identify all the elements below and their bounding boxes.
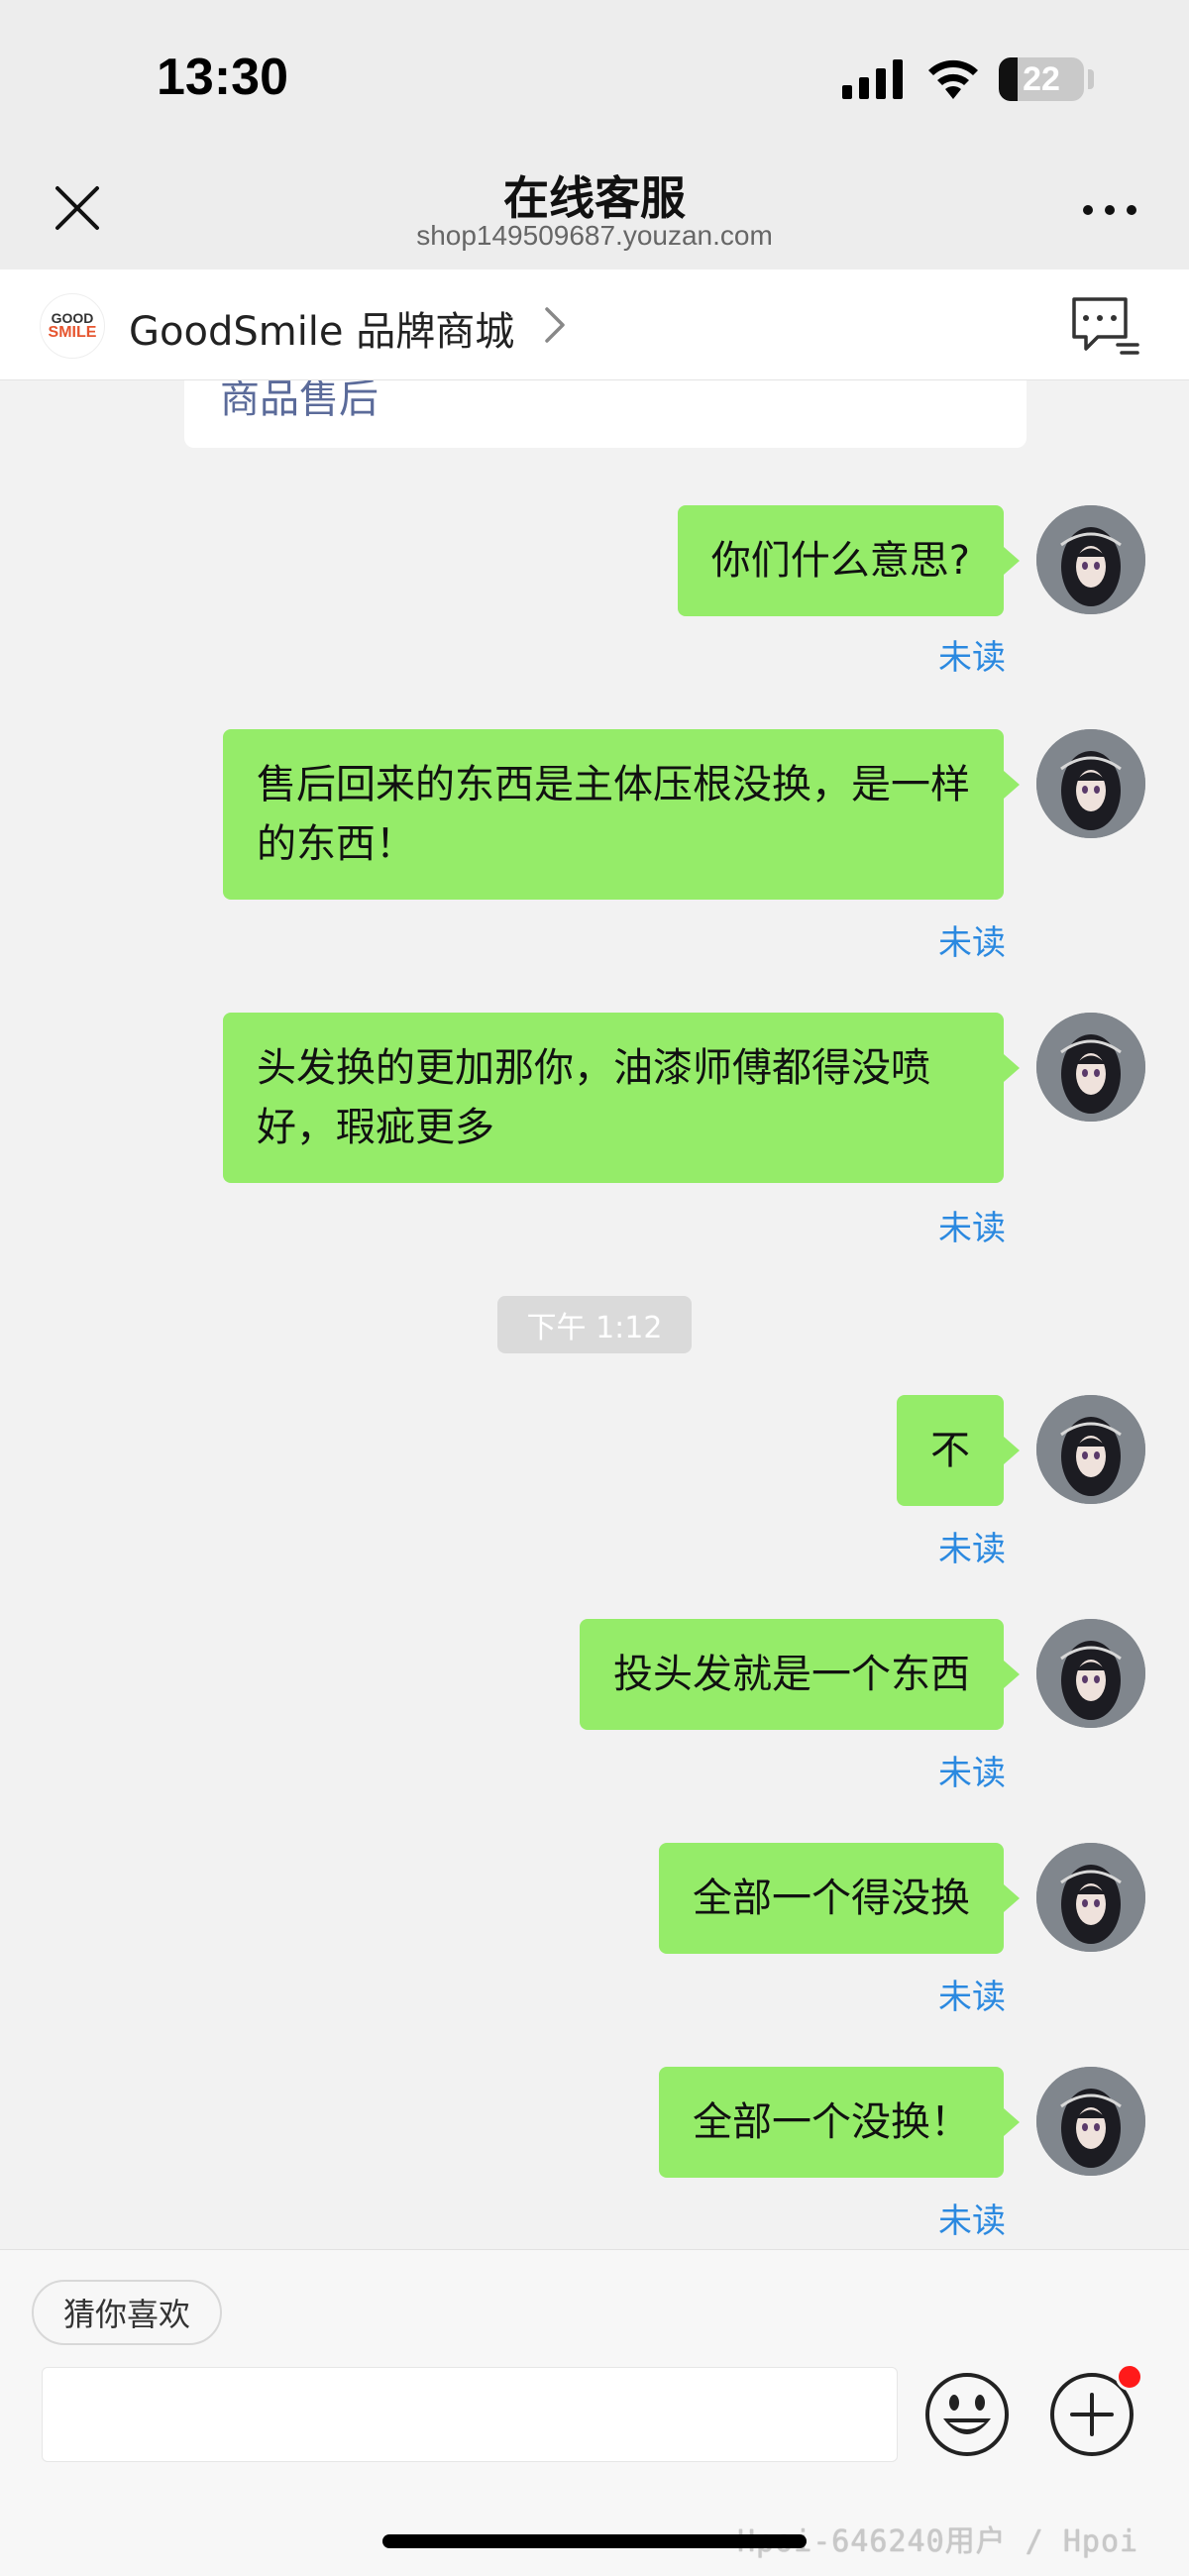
message-bubble[interactable]: 你们什么意思? [677, 505, 1021, 616]
unread-status: 未读 [938, 923, 1006, 963]
nav-bar: 在线客服 shop149509687.youzan.com [0, 149, 1189, 269]
logo-text-top: GOOD [51, 310, 94, 326]
avatar-image [1036, 1619, 1145, 1728]
more-icon[interactable] [1080, 200, 1139, 220]
shop-logo: GOOD SMILE [40, 293, 105, 359]
avatar[interactable] [1036, 1013, 1145, 1122]
battery-icon: 22 [999, 57, 1084, 101]
guess-you-like-chip[interactable]: 猜你喜欢 [32, 2280, 222, 2345]
message-bubble[interactable]: 不 [897, 1395, 1020, 1506]
status-time: 13:30 [157, 49, 288, 106]
avatar-image [1036, 505, 1145, 614]
signal-icon [842, 59, 903, 99]
chat-screen: 13:30 22 在线客服 shop149509687.youzan.com G… [0, 0, 1189, 2576]
unread-status: 未读 [938, 1530, 1006, 1569]
message-bubble[interactable]: 全部一个没换！ [659, 2067, 1020, 2178]
battery-cap [1088, 69, 1094, 89]
home-indicator[interactable] [382, 2534, 807, 2548]
unread-status: 未读 [938, 1209, 1006, 1248]
avatar-image [1036, 2067, 1145, 2176]
message-bubble[interactable]: 头发换的更加那你，油漆师傅都得没喷好，瑕疵更多 [223, 1013, 1020, 1183]
emoji-icon[interactable] [923, 2371, 1011, 2458]
message-bubble[interactable]: 投头发就是一个东西 [580, 1619, 1020, 1730]
avatar[interactable] [1036, 1619, 1145, 1728]
message-bubble[interactable]: 全部一个得没换 [659, 1843, 1020, 1954]
chat-list-icon[interactable] [1070, 295, 1139, 357]
wifi-icon [928, 59, 978, 99]
avatar-image [1036, 1395, 1145, 1504]
status-bar: 13:30 22 [0, 0, 1189, 149]
page-title: 在线客服 [503, 171, 686, 225]
shop-header[interactable]: GOOD SMILE GoodSmile 品牌商城 [0, 269, 1189, 380]
shop-name[interactable]: GoodSmile 品牌商城 [129, 299, 514, 357]
avatar[interactable] [1036, 2067, 1145, 2176]
avatar[interactable] [1036, 729, 1145, 838]
message-input[interactable] [42, 2367, 898, 2462]
unread-status: 未读 [938, 638, 1006, 678]
chevron-right-icon[interactable] [543, 305, 567, 345]
unread-status: 未读 [938, 1978, 1006, 2017]
notification-dot [1116, 2363, 1143, 2391]
avatar[interactable] [1036, 1395, 1145, 1504]
logo-text-bottom: SMILE [48, 324, 97, 341]
time-divider: 下午 1:12 [497, 1296, 692, 1353]
unread-status: 未读 [938, 2201, 1006, 2241]
page-subtitle: shop149509687.youzan.com [416, 220, 773, 251]
avatar[interactable] [1036, 505, 1145, 614]
message-bubble[interactable]: 售后回来的东西是主体压根没换，是一样的东西！ [223, 729, 1020, 900]
avatar-image [1036, 1843, 1145, 1952]
unread-status: 未读 [938, 1754, 1006, 1793]
battery-level: 22 [1023, 59, 1060, 98]
avatar-image [1036, 1013, 1145, 1122]
avatar[interactable] [1036, 1843, 1145, 1952]
avatar-image [1036, 729, 1145, 838]
